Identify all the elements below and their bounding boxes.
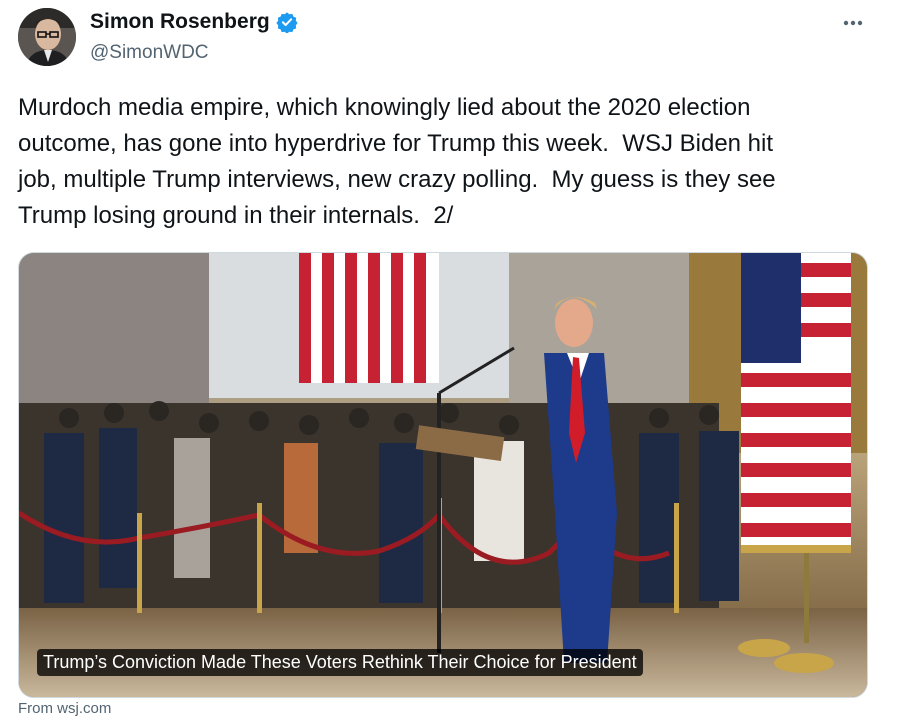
avatar-image: [18, 8, 76, 66]
author-display-name[interactable]: Simon Rosenberg: [90, 10, 270, 34]
tweet-text: Murdoch media empire, which knowingly li…: [18, 94, 776, 229]
verified-badge-icon: [276, 12, 298, 33]
card-caption: Trump’s Conviction Made These Voters Ret…: [37, 649, 643, 676]
card-image: [19, 253, 867, 697]
author-name-row: Simon Rosenberg: [90, 10, 298, 34]
link-card[interactable]: Trump’s Conviction Made These Voters Ret…: [18, 252, 868, 698]
hanging-flag: [299, 253, 439, 383]
more-horizontal-icon[interactable]: [838, 12, 868, 34]
avatar[interactable]: [18, 8, 76, 66]
author-handle[interactable]: @SimonWDC: [90, 42, 209, 64]
card-source[interactable]: From wsj.com: [18, 700, 111, 717]
tweet: Simon Rosenberg @SimonWDC Murdoch media …: [0, 0, 901, 717]
